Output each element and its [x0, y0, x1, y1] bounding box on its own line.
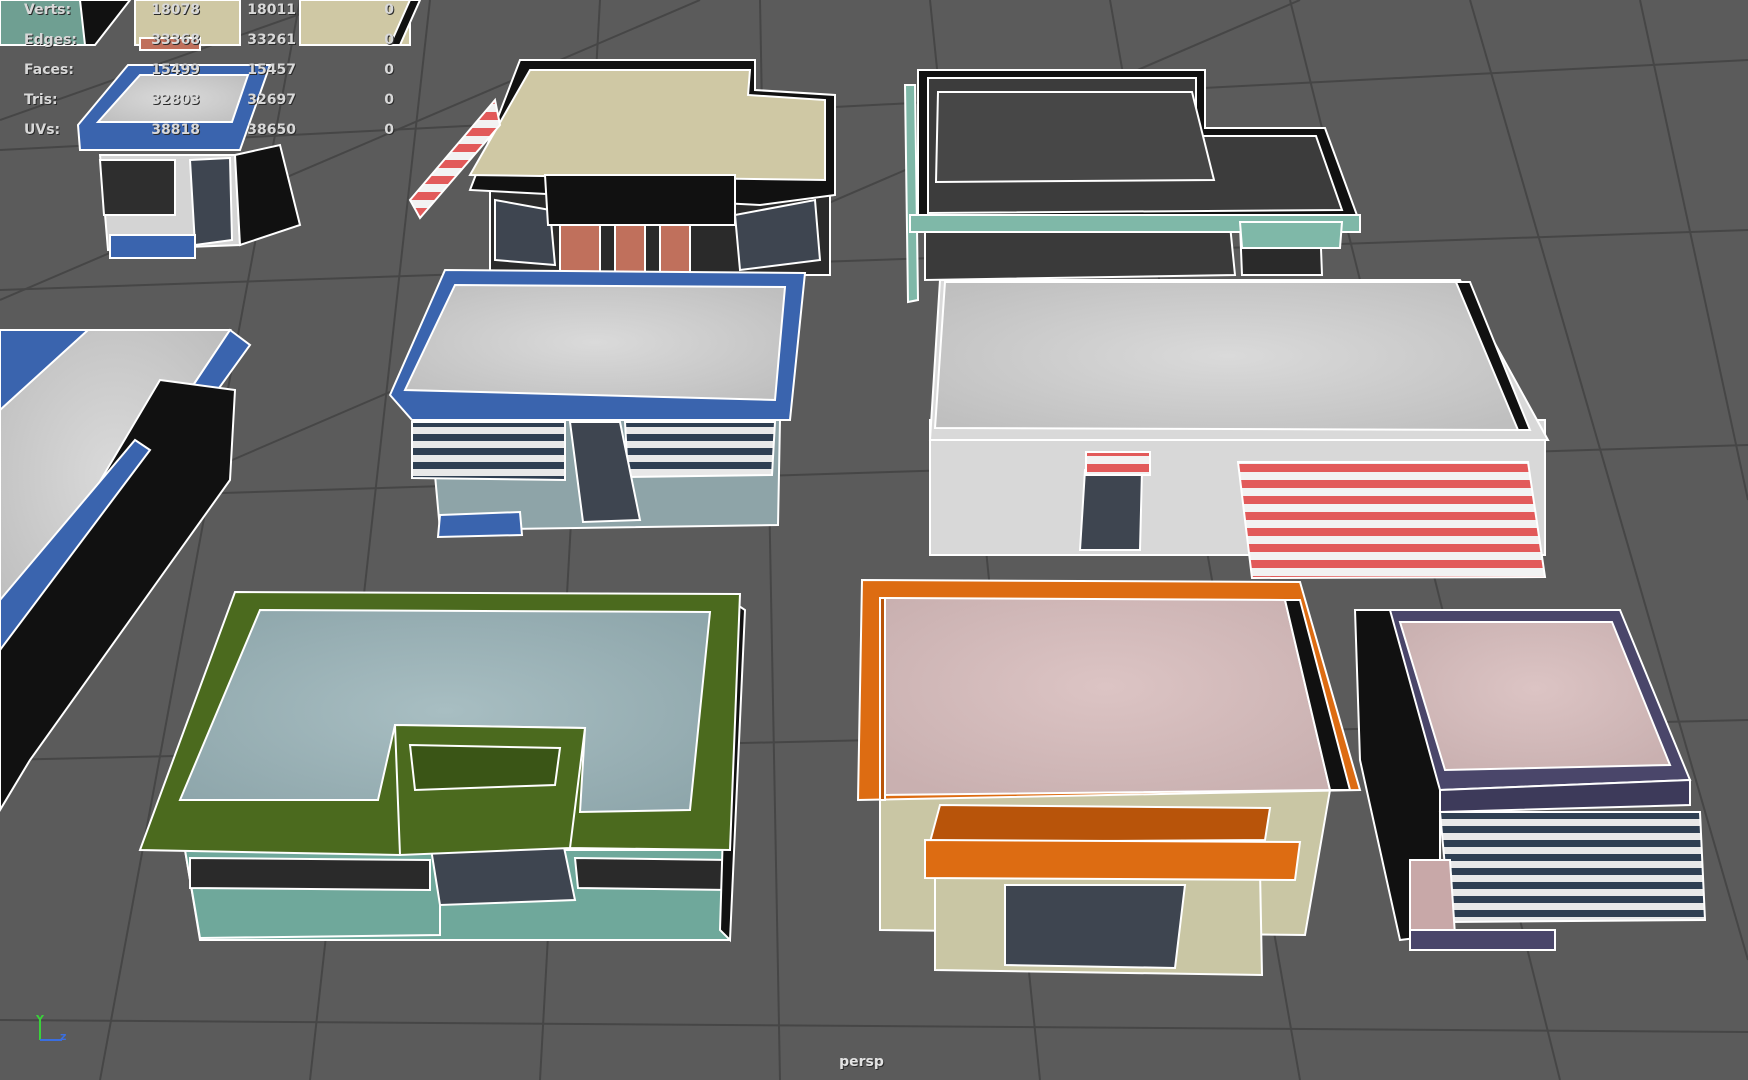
- hud-value: 0: [384, 32, 394, 48]
- axis-y-label: Y: [36, 1013, 44, 1026]
- hud-value: 38650: [247, 122, 296, 138]
- hud-row-faces: Faces: 15499 15457 0: [0, 62, 420, 82]
- hud-value: 32803: [151, 92, 200, 108]
- building-beige-shop: [408, 59, 836, 276]
- building-large-white-store: [928, 279, 1550, 580]
- building-teal-dark-roof: [903, 69, 1361, 304]
- building-purple-striped-shop: [1353, 609, 1707, 951]
- hud-label: Edges:: [24, 32, 78, 48]
- hud-value: 0: [384, 2, 394, 18]
- hud-value: 0: [384, 62, 394, 78]
- hud-value: 0: [384, 92, 394, 108]
- perspective-viewport[interactable]: Verts: 18078 18011 0 Edges: 33368 33261 …: [0, 0, 1748, 1080]
- hud-label: Tris:: [24, 92, 58, 108]
- hud-label: Verts:: [24, 2, 72, 18]
- hud-row-edges: Edges: 33368 33261 0: [0, 32, 420, 52]
- building-blue-trim-shop: [388, 268, 807, 539]
- hud-value: 18078: [151, 2, 200, 18]
- hud-value: 33261: [247, 32, 296, 48]
- building-green-u: [138, 590, 747, 943]
- 3d-scene[interactable]: [0, 0, 1748, 1080]
- hud-label: Faces:: [24, 62, 74, 78]
- hud-value: 15457: [247, 62, 296, 78]
- hud-value: 32697: [247, 92, 296, 108]
- hud-row-uvs: UVs: 38818 38650 0: [0, 122, 420, 142]
- hud-value: 15499: [151, 62, 200, 78]
- hud-row-tris: Tris: 32803 32697 0: [0, 92, 420, 112]
- hud-label: UVs:: [24, 122, 61, 138]
- building-orange-pink-store: [856, 578, 1362, 977]
- hud-row-verts: Verts: 18078 18011 0: [0, 2, 420, 22]
- hud-value: 33368: [151, 32, 200, 48]
- hud-value: 38818: [151, 122, 200, 138]
- camera-name-label: persp: [839, 1054, 884, 1070]
- hud-value: 18011: [247, 2, 296, 18]
- poly-count-hud: Verts: 18078 18011 0 Edges: 33368 33261 …: [0, 0, 420, 150]
- hud-value: 0: [384, 122, 394, 138]
- axis-z-label: z: [60, 1030, 67, 1043]
